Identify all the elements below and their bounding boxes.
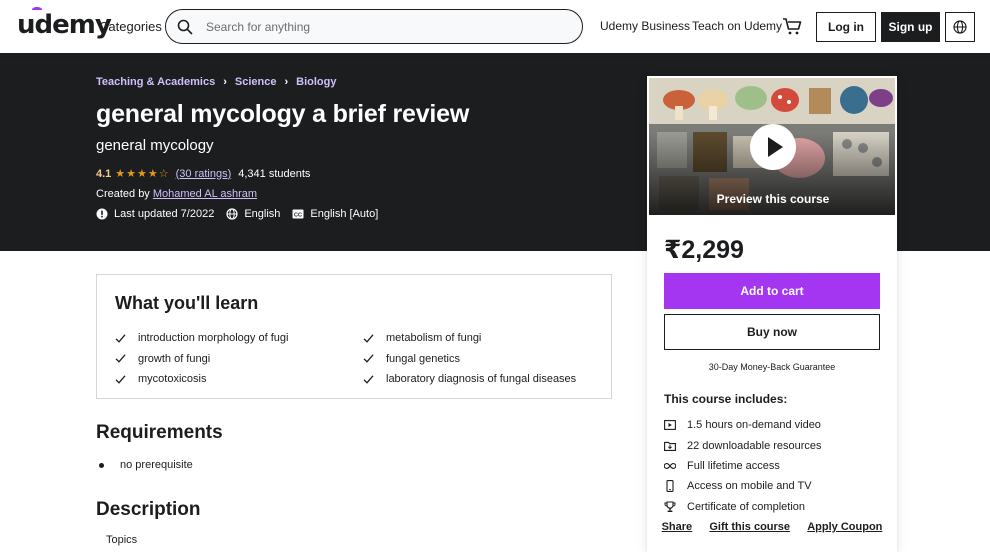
checkmark-icon: [115, 375, 126, 384]
breadcrumb-science[interactable]: Science: [235, 76, 277, 88]
buy-now-button[interactable]: Buy now: [664, 314, 880, 350]
created-by: Created by Mohamed AL ashram: [96, 188, 257, 200]
learn-item-text: fungal genetics: [386, 352, 460, 365]
bullet-icon: [99, 462, 104, 468]
author-link[interactable]: Mohamed AL ashram: [153, 188, 257, 200]
created-by-label: Created by: [96, 188, 150, 200]
include-text: Access on mobile and TV: [687, 480, 812, 493]
card-links: Share Gift this course Apply Coupon: [647, 521, 897, 533]
price: ₹2,299: [664, 236, 744, 264]
alert-badge-icon: [96, 208, 108, 220]
logo-text: udemy: [17, 10, 112, 40]
includes-list: 1.5 hours on-demand video 22 downloadabl…: [664, 415, 822, 517]
checkmark-icon: [363, 375, 374, 384]
captions-text: English [Auto]: [310, 208, 379, 220]
description-text: Topics: [106, 534, 138, 546]
list-item: mycotoxicosis: [115, 369, 288, 390]
list-item: metabolism of fungi: [363, 328, 576, 349]
last-updated-text: Last updated 7/2022: [114, 208, 215, 220]
list-item: fungal genetics: [363, 349, 576, 370]
list-item: 22 downloadable resources: [664, 435, 822, 455]
download-icon: [664, 441, 676, 451]
add-to-cart-button[interactable]: Add to cart: [664, 273, 880, 309]
learn-column-right: metabolism of fungi fungal genetics labo…: [363, 328, 576, 390]
learn-column-left: introduction morphology of fugi growth o…: [115, 328, 288, 390]
purchase-card: Preview this course ₹2,299 Add to cart B…: [647, 76, 897, 552]
rating-value: 4.1: [96, 167, 112, 180]
list-item: laboratory diagnosis of fungal diseases: [363, 369, 576, 390]
ratings-count-link[interactable]: (30 ratings): [176, 168, 232, 180]
language-text: English: [244, 208, 281, 220]
breadcrumb: Teaching & Academics › Science › Biology: [96, 76, 337, 88]
checkmark-icon: [363, 354, 374, 364]
money-back-guarantee: 30-Day Money-Back Guarantee: [708, 362, 836, 372]
language: English: [226, 208, 280, 220]
captions: CC English [Auto]: [292, 208, 378, 220]
search-input[interactable]: [206, 19, 566, 34]
requirement-text: no prerequisite: [120, 459, 193, 471]
signup-button[interactable]: Sign up: [881, 12, 940, 42]
include-text: 22 downloadable resources: [687, 439, 822, 452]
students-count: 4,341 students: [238, 167, 311, 180]
course-title: general mycology a brief review: [96, 100, 470, 128]
list-item: no prerequisite: [99, 459, 193, 471]
infinity-icon: [664, 463, 676, 469]
include-text: Full lifetime access: [687, 459, 780, 472]
share-link[interactable]: Share: [662, 521, 693, 533]
list-item: growth of fungi: [115, 349, 288, 370]
search-icon[interactable]: [177, 19, 193, 35]
learn-item-text: mycotoxicosis: [138, 373, 207, 386]
learn-item-text: laboratory diagnosis of fungal diseases: [386, 373, 577, 386]
svg-text:CC: CC: [294, 212, 302, 218]
list-item: introduction morphology of fugi: [115, 328, 288, 349]
search-bar[interactable]: [165, 9, 583, 44]
description-heading: Description: [96, 499, 201, 520]
trophy-icon: [664, 501, 676, 512]
checkmark-icon: [115, 334, 126, 343]
top-navbar: udemy Categories Udemy Business Teach on…: [0, 0, 990, 53]
categories-link[interactable]: Categories: [99, 19, 162, 34]
breadcrumb-teaching[interactable]: Teaching & Academics: [96, 76, 215, 88]
what-youll-learn-box: What you'll learn introduction morpholog…: [96, 274, 612, 399]
preview-label[interactable]: Preview this course: [649, 192, 895, 206]
includes-heading: This course includes:: [664, 392, 788, 406]
rating-row: 4.1 ★★★★☆ (30 ratings) 4,341 students: [96, 167, 311, 181]
globe-icon: [953, 20, 967, 34]
video-icon: [664, 420, 676, 431]
course-preview[interactable]: Preview this course: [648, 77, 896, 216]
list-item: 1.5 hours on-demand video: [664, 415, 822, 435]
requirements-heading: Requirements: [96, 422, 223, 443]
star-rating-icon: ★★★★☆: [115, 168, 170, 180]
learn-item-text: metabolism of fungi: [386, 332, 482, 345]
language-button[interactable]: [945, 12, 975, 42]
login-button[interactable]: Log in: [816, 12, 876, 42]
breadcrumb-biology[interactable]: Biology: [296, 76, 336, 88]
include-text: 1.5 hours on-demand video: [687, 419, 821, 432]
play-icon[interactable]: [750, 124, 796, 170]
checkmark-icon: [115, 354, 126, 364]
logo-hat-icon: [32, 7, 42, 12]
udemy-business-link[interactable]: Udemy Business: [600, 19, 690, 33]
teach-on-udemy-link[interactable]: Teach on Udemy: [692, 19, 782, 33]
learn-item-text: growth of fungi: [138, 352, 211, 365]
include-text: Certificate of completion: [687, 500, 805, 513]
list-item: Full lifetime access: [664, 456, 822, 476]
learn-heading: What you'll learn: [115, 293, 259, 313]
apply-coupon-link[interactable]: Apply Coupon: [807, 521, 882, 533]
cart-icon[interactable]: [782, 16, 802, 36]
udemy-logo[interactable]: udemy: [17, 7, 112, 40]
checkmark-icon: [363, 334, 374, 343]
gift-course-link[interactable]: Gift this course: [709, 521, 790, 533]
globe-icon: [226, 208, 238, 220]
mobile-icon: [666, 480, 674, 493]
course-meta: Last updated 7/2022 English CC English […: [96, 208, 390, 220]
course-subtitle: general mycology: [96, 137, 214, 154]
last-updated: Last updated 7/2022: [96, 208, 214, 220]
chevron-right-icon: ›: [223, 76, 227, 88]
chevron-right-icon: ›: [284, 76, 289, 88]
learn-item-text: introduction morphology of fugi: [138, 332, 289, 345]
closed-captions-icon: CC: [292, 209, 304, 219]
list-item: Access on mobile and TV: [664, 476, 822, 496]
list-item: Certificate of completion: [664, 497, 822, 517]
